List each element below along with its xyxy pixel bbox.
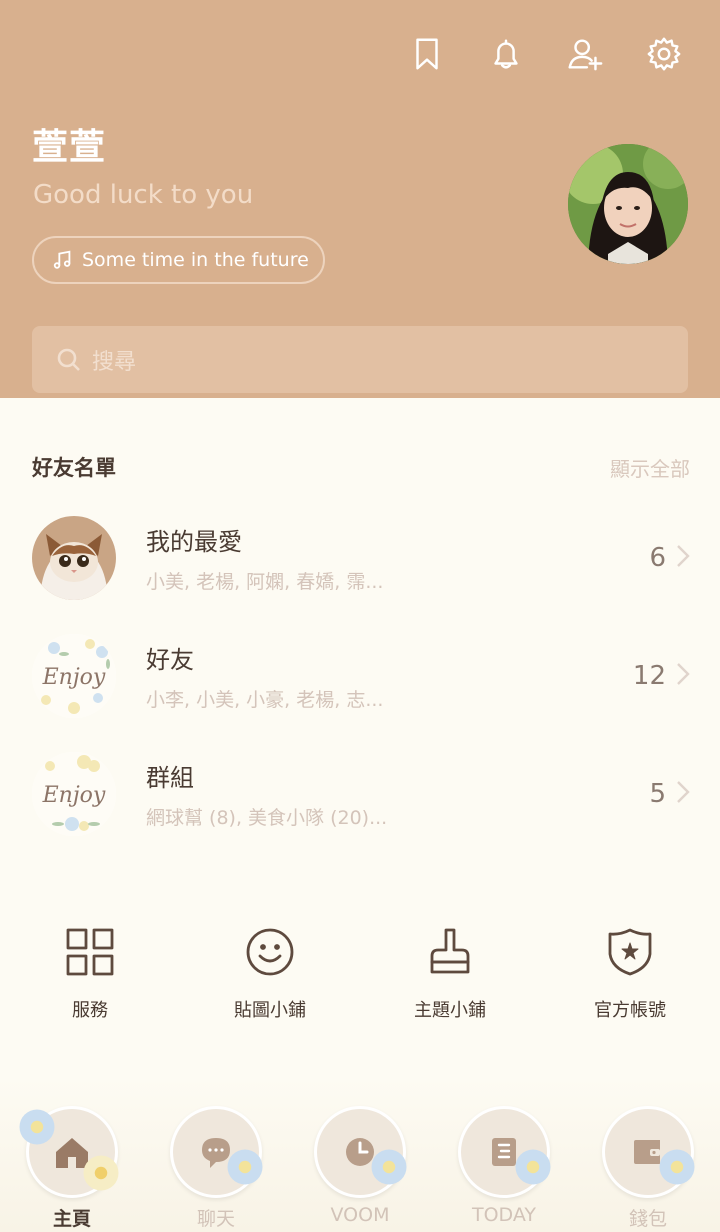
- service-label: 貼圖小鋪: [234, 1000, 306, 1021]
- nav-tab-chat[interactable]: 聊天: [144, 1078, 288, 1232]
- favorites-name: 我的最愛: [146, 528, 242, 556]
- search-placeholder: 搜尋: [92, 349, 137, 375]
- groups-avatar: Enjoy: [32, 752, 116, 836]
- search-input[interactable]: 搜尋: [32, 326, 688, 393]
- nav-tab-today[interactable]: TODAY: [432, 1078, 576, 1232]
- nav-tab-home[interactable]: 主頁: [0, 1078, 144, 1232]
- grid-icon: [66, 928, 114, 976]
- profile-music-button[interactable]: Some time in the future: [32, 236, 325, 284]
- service-button-official-accounts[interactable]: 官方帳號: [540, 926, 720, 1022]
- settings-icon[interactable]: [644, 34, 684, 74]
- profile-avatar[interactable]: [568, 144, 688, 264]
- bell-icon[interactable]: [486, 34, 526, 74]
- service-button-sticker-shop[interactable]: 貼圖小鋪: [180, 926, 360, 1022]
- service-button-theme-shop[interactable]: 主題小鋪: [360, 926, 540, 1022]
- svg-text:Enjoy: Enjoy: [42, 665, 106, 690]
- services-row: 服務 貼圖小鋪 主題小鋪 官方帳號: [0, 926, 720, 1022]
- smiley-icon: [246, 928, 294, 976]
- friends-avatar: Enjoy: [32, 634, 116, 718]
- music-note-icon: [53, 250, 71, 269]
- bottom-navigation: 主頁 聊天 VOOM TODAY 錢包: [0, 1078, 720, 1232]
- chevron-right-icon: [676, 662, 690, 690]
- groups-name: 群組: [146, 764, 194, 792]
- nav-label-chat: 聊天: [196, 1208, 235, 1230]
- nav-tab-wallet[interactable]: 錢包: [576, 1078, 720, 1232]
- shield-star-icon: [608, 928, 652, 976]
- profile-name[interactable]: 萱萱: [32, 118, 106, 170]
- profile-music-label: Some time in the future: [82, 249, 309, 271]
- nav-label-home: 主頁: [52, 1208, 91, 1230]
- chevron-right-icon: [676, 780, 690, 808]
- list-item-favorites[interactable]: 我的最愛 小美, 老楊, 阿嫻, 春嬌, 霈... 6: [32, 513, 690, 603]
- service-button-services[interactable]: 服務: [0, 926, 180, 1022]
- list-item-friends[interactable]: Enjoy 好友 小李, 小美, 小豪, 老楊, 志... 12: [32, 631, 690, 721]
- profile-header: 萱萱 Good luck to you Some time in the fut…: [0, 0, 720, 398]
- service-label: 主題小鋪: [414, 1000, 486, 1021]
- nav-label-wallet: 錢包: [628, 1208, 667, 1230]
- bookmark-icon[interactable]: [407, 34, 447, 74]
- groups-members: 網球幫 (8), 美食小隊 (20)...: [146, 807, 388, 829]
- friends-members: 小李, 小美, 小豪, 老楊, 志...: [146, 689, 384, 711]
- svg-text:Enjoy: Enjoy: [42, 783, 106, 808]
- add-friend-icon[interactable]: [565, 34, 605, 74]
- favorites-count: 6: [649, 543, 666, 573]
- service-label: 服務: [72, 1000, 108, 1021]
- profile-status-message[interactable]: Good luck to you: [33, 180, 253, 210]
- top-toolbar: [407, 34, 684, 74]
- favorites-members: 小美, 老楊, 阿嫻, 春嬌, 霈...: [146, 571, 384, 593]
- nav-tab-voom[interactable]: VOOM: [288, 1078, 432, 1232]
- brush-icon: [430, 928, 470, 974]
- chevron-right-icon: [676, 544, 690, 572]
- friends-name: 好友: [146, 646, 194, 674]
- show-all-link[interactable]: 顯示全部: [610, 453, 690, 482]
- friends-section-title: 好友名單: [32, 456, 116, 480]
- list-item-groups[interactable]: Enjoy 群組 網球幫 (8), 美食小隊 (20)... 5: [32, 749, 690, 839]
- search-icon: [57, 348, 80, 371]
- groups-count: 5: [649, 779, 666, 809]
- favorites-avatar: [32, 516, 116, 600]
- nav-label-voom: VOOM: [330, 1204, 390, 1226]
- service-label: 官方帳號: [594, 1000, 666, 1021]
- friends-count: 12: [632, 661, 666, 691]
- friends-section-header: 好友名單 顯示全部: [32, 452, 690, 482]
- nav-label-today: TODAY: [472, 1204, 536, 1226]
